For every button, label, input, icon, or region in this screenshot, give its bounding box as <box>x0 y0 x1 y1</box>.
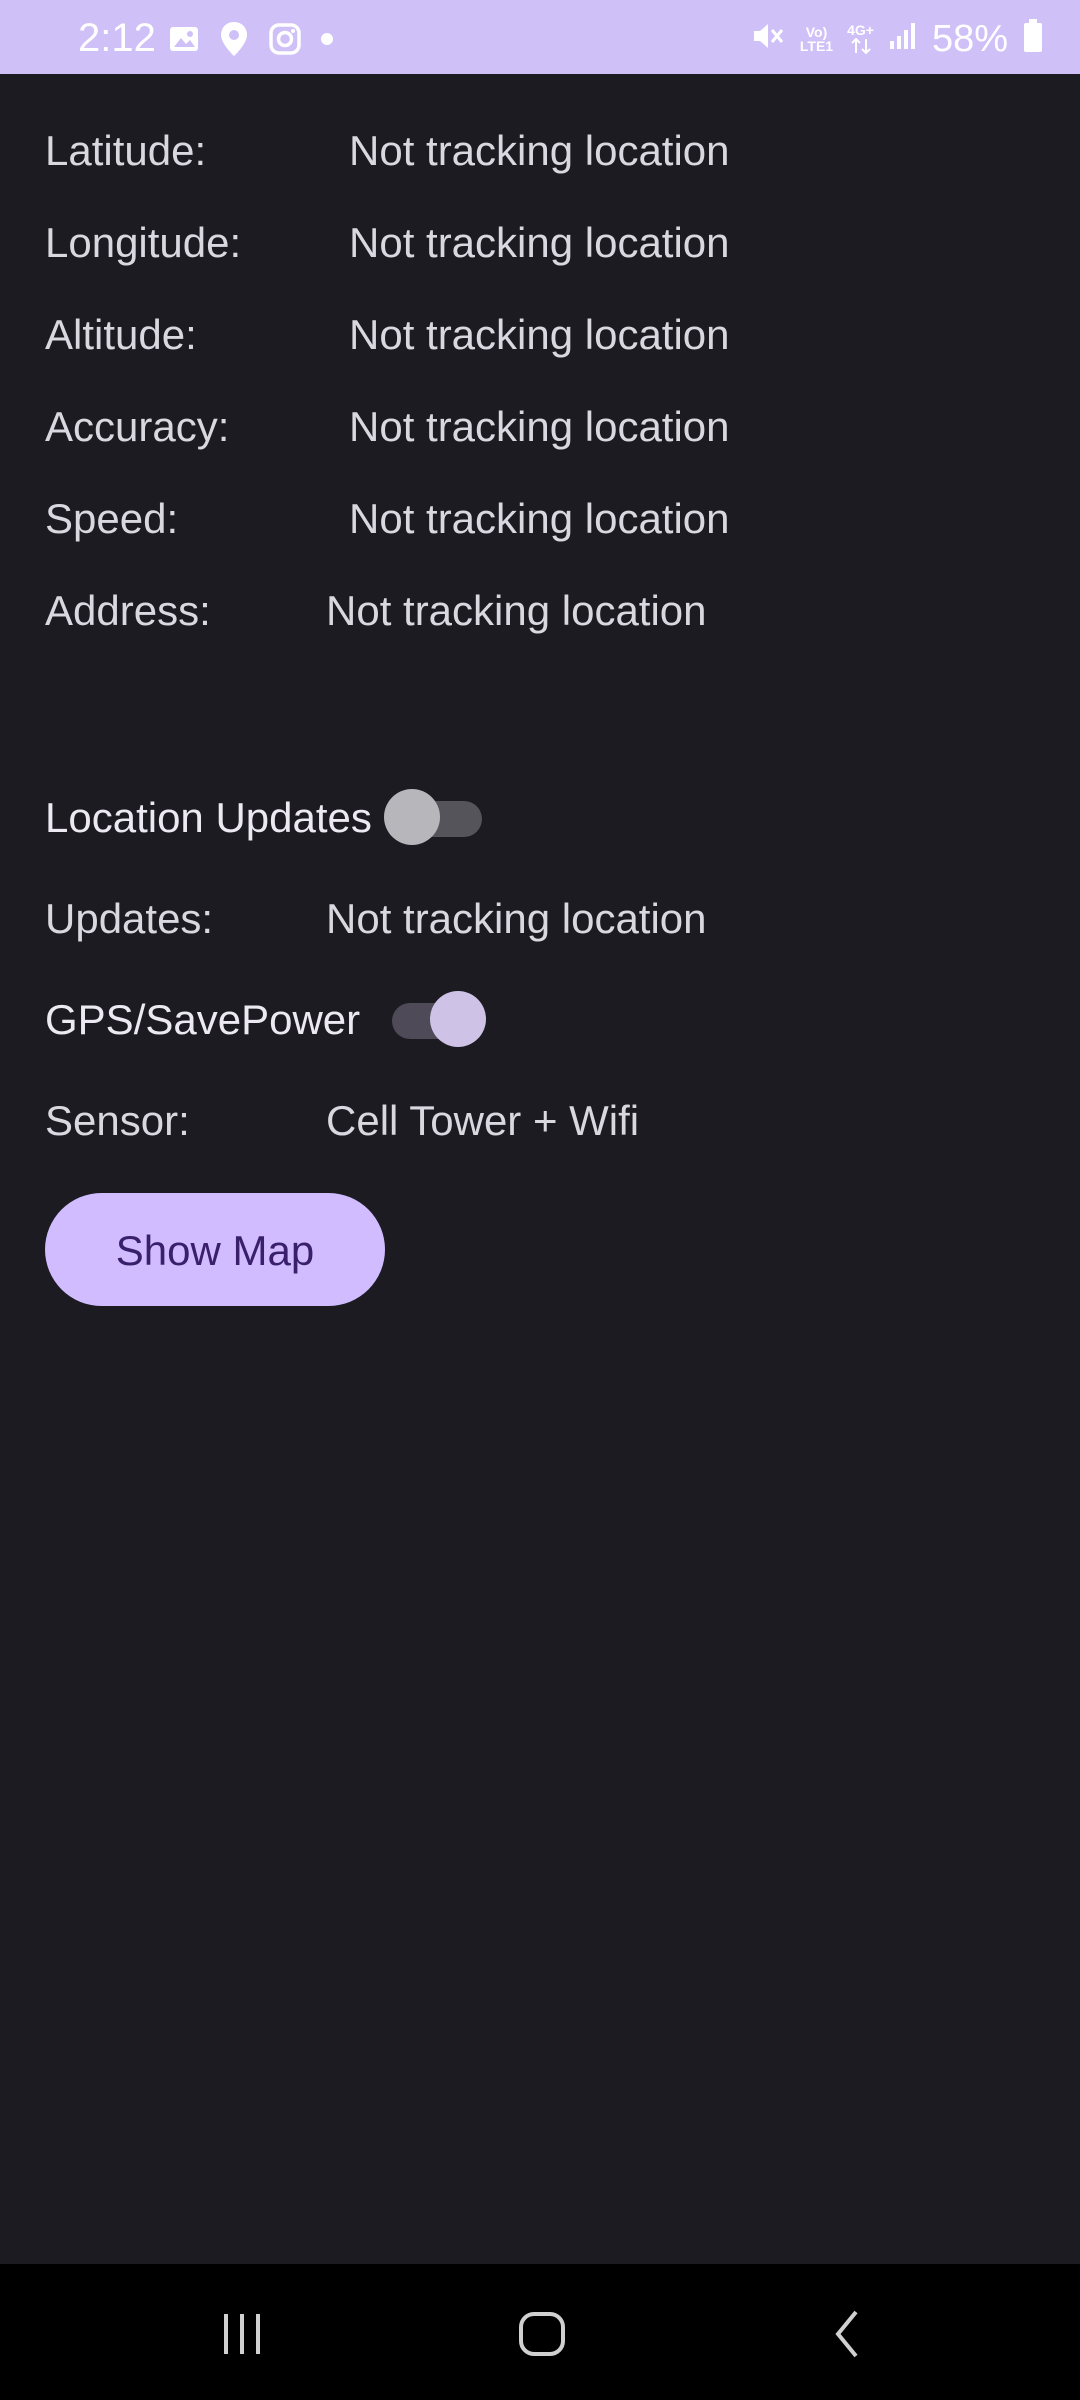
longitude-label: Longitude: <box>45 219 242 266</box>
sensor-label: Sensor: <box>45 1097 190 1144</box>
speed-label: Speed: <box>45 495 179 542</box>
location-updates-switch[interactable] <box>384 789 486 845</box>
instagram-icon <box>268 22 302 61</box>
gallery-icon <box>168 23 200 60</box>
address-value: Not tracking location <box>326 587 707 634</box>
maps-pin-icon <box>218 20 250 63</box>
location-updates-label: Location Updates <box>45 794 372 841</box>
address-label: Address: <box>45 587 211 634</box>
signal-icon <box>888 21 918 56</box>
recents-icon[interactable] <box>212 2304 272 2364</box>
status-bar: 2:12 Vo) LTE1 4G+ 58% <box>0 0 1080 74</box>
longitude-value: Not tracking location <box>349 219 730 266</box>
sensor-value: Cell Tower + Wifi <box>326 1097 640 1144</box>
dot-icon <box>320 32 334 51</box>
updates-label: Updates: <box>45 895 214 942</box>
battery-percent: 58% <box>931 17 1008 60</box>
status-time: 2:12 <box>78 16 156 60</box>
network-type: 4G+ <box>847 21 874 38</box>
volte-icon: Vo) LTE1 <box>800 25 833 53</box>
network-label-bottom: LTE1 <box>799 37 834 54</box>
home-icon[interactable] <box>512 2304 572 2364</box>
latitude-value: Not tracking location <box>349 127 730 174</box>
network-label-top: Vo) <box>805 23 828 40</box>
latitude-label: Latitude: <box>45 127 207 174</box>
switch-thumb <box>384 789 440 845</box>
accuracy-label: Accuracy: <box>45 403 230 450</box>
gps-savepower-switch[interactable] <box>392 991 486 1047</box>
accuracy-value: Not tracking location <box>349 403 730 450</box>
show-map-button[interactable]: Show Map <box>45 1193 385 1306</box>
status-system-icons: Vo) LTE1 4G+ 58% <box>750 18 1044 59</box>
updates-value: Not tracking location <box>326 895 707 942</box>
mute-icon <box>750 18 786 59</box>
navigation-bar <box>0 2264 1080 2400</box>
gps-savepower-label: GPS/SavePower <box>45 996 361 1043</box>
status-notification-icons <box>168 20 334 63</box>
data-arrows-icon: 4G+ <box>847 23 874 55</box>
altitude-value: Not tracking location <box>349 311 730 358</box>
switch-thumb <box>430 991 486 1047</box>
battery-icon <box>1022 18 1044 59</box>
speed-value: Not tracking location <box>349 495 730 542</box>
altitude-label: Altitude: <box>45 311 197 358</box>
back-icon[interactable] <box>818 2304 878 2364</box>
